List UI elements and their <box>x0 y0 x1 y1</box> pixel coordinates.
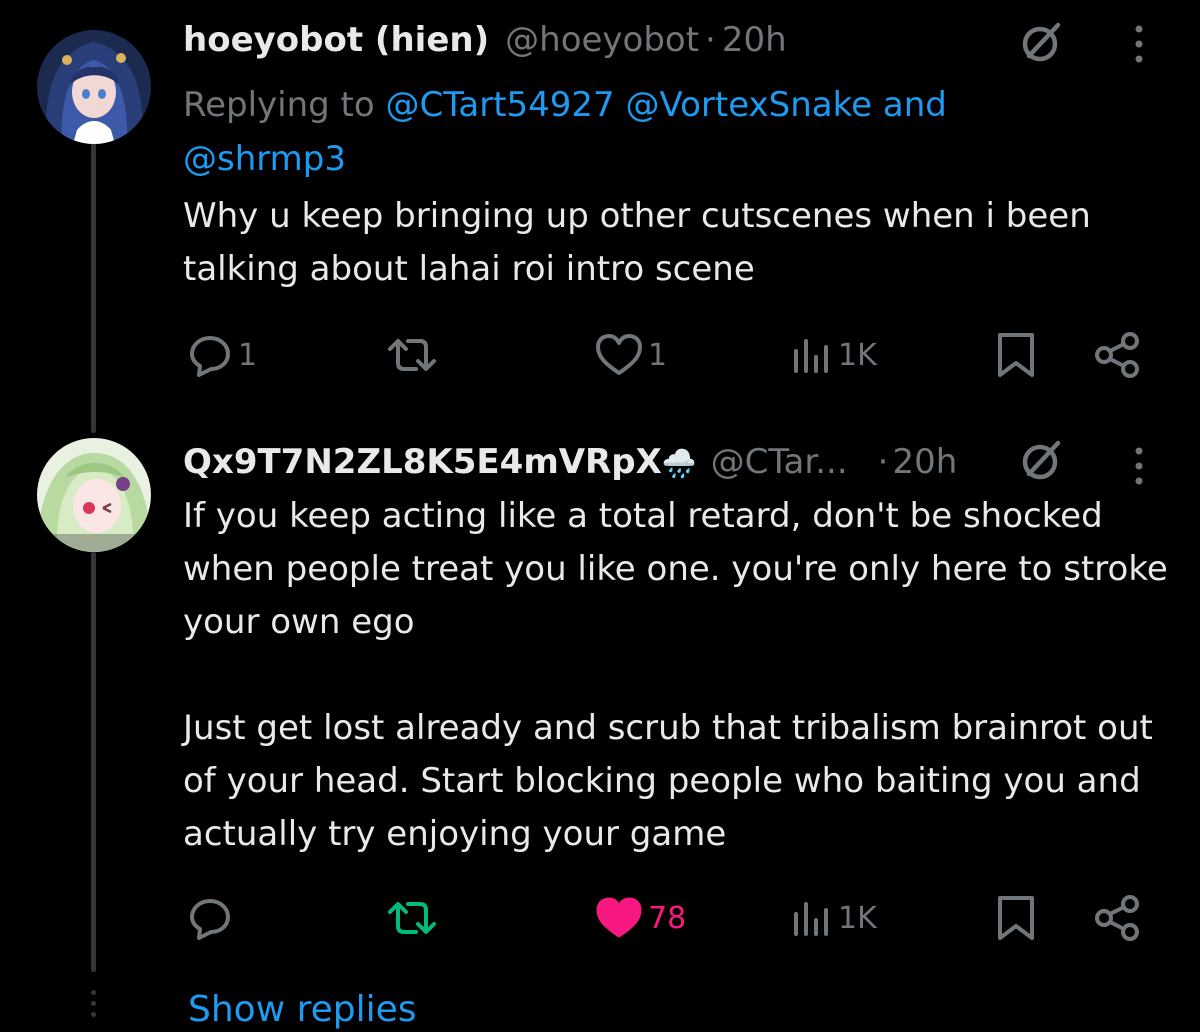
thread-continuation-dots <box>88 990 98 1023</box>
share-icon <box>1095 332 1139 378</box>
reply-icon <box>190 899 230 940</box>
display-name[interactable]: Qx9T7N2ZL8K5E4mVRpX <box>183 440 662 484</box>
separator: · <box>705 20 716 60</box>
bookmark-icon <box>998 333 1034 377</box>
share-button[interactable] <box>1092 888 1142 948</box>
replying-to: Replying to @CTart54927 @VortexSnake and… <box>183 78 1083 186</box>
name-emoji: 🌧️ <box>661 447 697 480</box>
view-count: 1K <box>838 900 877 936</box>
block-icon[interactable] <box>1016 436 1066 490</box>
bookmark-icon <box>998 896 1034 940</box>
retweet-icon <box>388 902 436 934</box>
tweet-header: Qx9T7N2ZL8K5E4mVRpX 🌧️ @CTar... · 20h <box>183 440 957 486</box>
view-count: 1K <box>838 337 877 373</box>
more-icon[interactable] <box>1132 444 1146 492</box>
reply-button[interactable] <box>186 888 234 948</box>
heart-icon <box>596 334 642 375</box>
mention-link[interactable]: @CTart54927 <box>386 85 615 125</box>
replying-prefix: Replying to <box>183 85 375 125</box>
reply-count: 1 <box>238 337 258 373</box>
reply-icon <box>190 336 230 377</box>
timestamp[interactable]: 20h <box>892 440 957 484</box>
views-button[interactable]: 1K <box>790 888 877 948</box>
mention-and: and <box>882 85 947 125</box>
block-icon[interactable] <box>1016 18 1066 72</box>
show-replies-link[interactable]: Show replies <box>188 986 417 1032</box>
more-icon[interactable] <box>1132 22 1146 70</box>
share-button[interactable] <box>1092 325 1142 385</box>
like-button[interactable]: 78 <box>594 888 686 948</box>
retweet-button[interactable] <box>384 888 440 948</box>
bookmark-button[interactable] <box>994 325 1038 385</box>
views-button[interactable]: 1K <box>790 325 877 385</box>
heart-icon <box>596 897 642 938</box>
tweet-text: If you keep acting like a total retard, … <box>183 496 1168 854</box>
mention-link[interactable]: @VortexSnake <box>626 85 873 125</box>
tweet-header: hoeyobot (hien) @hoeyobot · 20h <box>183 18 787 62</box>
retweet-icon <box>388 339 436 371</box>
timestamp[interactable]: 20h <box>722 18 787 62</box>
user-handle[interactable]: @CTar... <box>711 440 848 484</box>
views-icon <box>794 339 828 373</box>
like-button[interactable]: 1 <box>594 325 667 385</box>
views-icon <box>794 902 828 936</box>
retweet-button[interactable] <box>384 325 440 385</box>
user-handle[interactable]: @hoeyobot <box>505 18 699 62</box>
avatar[interactable] <box>37 438 151 552</box>
thread-connector <box>91 143 96 433</box>
tweet-actions: 1 1 1K <box>0 325 1200 385</box>
reply-button[interactable]: 1 <box>186 325 257 385</box>
tweet-text: Why u keep bringing up other cutscenes w… <box>183 196 1091 289</box>
display-name[interactable]: hoeyobot (hien) <box>183 18 489 62</box>
share-icon <box>1095 895 1139 941</box>
like-count: 78 <box>648 900 687 936</box>
mention-link[interactable]: @shrmp3 <box>183 139 346 179</box>
separator: · <box>877 442 889 482</box>
like-count: 1 <box>648 337 668 373</box>
bookmark-button[interactable] <box>994 888 1038 948</box>
avatar[interactable] <box>37 30 151 144</box>
tweet-actions: 78 1K <box>0 888 1200 948</box>
